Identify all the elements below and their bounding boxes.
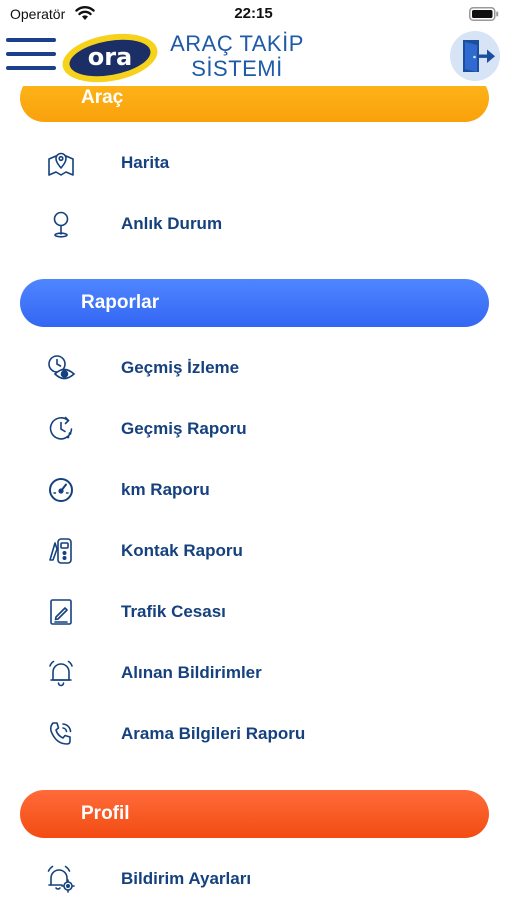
menu-item-km-raporu[interactable]: km Raporu [0,463,507,517]
menu-item-anlik-durum[interactable]: Anlık Durum [0,197,507,251]
side-menu: Araç Harita Anlık Durum Raporlar Geçmiş … [0,86,507,900]
battery-icon [469,7,499,21]
menu-item-alinan-bildirimler[interactable]: Alınan Bildirimler [0,646,507,700]
map-pin-icon [48,152,74,176]
phone-icon [49,722,72,745]
history-clock-icon [49,416,73,440]
hamburger-menu-button[interactable] [6,33,56,75]
logo-text: ora [88,43,133,71]
menu-label: Kontak Raporu [121,541,243,560]
status-bar: Operatör 22:15 [0,0,507,28]
ignition-key-icon [49,538,72,564]
bell-icon [49,660,73,687]
ora-logo: ora [62,33,158,83]
clock: 22:15 [234,5,273,22]
app-title: ARAÇ TAKİP SİSTEMİ [158,31,316,81]
section-header-profil: Profil [20,790,489,838]
history-eye-icon [48,355,76,380]
ticket-icon [50,599,72,625]
menu-item-gecmis-izleme[interactable]: Geçmiş İzleme [0,341,507,395]
menu-item-trafik-cezasi[interactable]: Trafik Cesası [0,585,507,639]
menu-label: km Raporu [121,480,210,499]
logout-button[interactable] [450,31,500,81]
menu-label: Geçmiş Raporu [121,419,247,438]
location-marker-icon [53,211,69,238]
speedometer-icon [49,478,73,502]
menu-item-arama-bilgileri-raporu[interactable]: Arama Bilgileri Raporu [0,707,507,761]
menu-label: Anlık Durum [121,214,223,233]
menu-item-bildirim-ayarlari[interactable]: Bildirim Ayarları [0,852,507,900]
menu-label: Trafik Cesası [121,602,226,621]
section-header-arac: Araç [20,86,489,122]
menu-item-kontak-raporu[interactable]: Kontak Raporu [0,524,507,578]
menu-label: Geçmiş İzleme [121,358,240,377]
menu-label: Bildirim Ayarları [121,869,252,888]
app-header: ora ARAÇ TAKİP SİSTEMİ [0,28,507,86]
notification-settings-icon [47,865,75,893]
menu-item-harita[interactable]: Harita [0,136,507,190]
menu-label: Arama Bilgileri Raporu [121,724,306,743]
app-title-line1: ARAÇ TAKİP [170,31,304,56]
section-header-raporlar: Raporlar [20,279,489,327]
menu-label: Alınan Bildirimler [121,663,262,682]
menu-label: Harita [121,153,170,172]
app-title-line2: SİSTEMİ [191,56,283,81]
logout-door-icon [463,40,495,72]
menu-item-gecmis-raporu[interactable]: Geçmiş Raporu [0,402,507,456]
